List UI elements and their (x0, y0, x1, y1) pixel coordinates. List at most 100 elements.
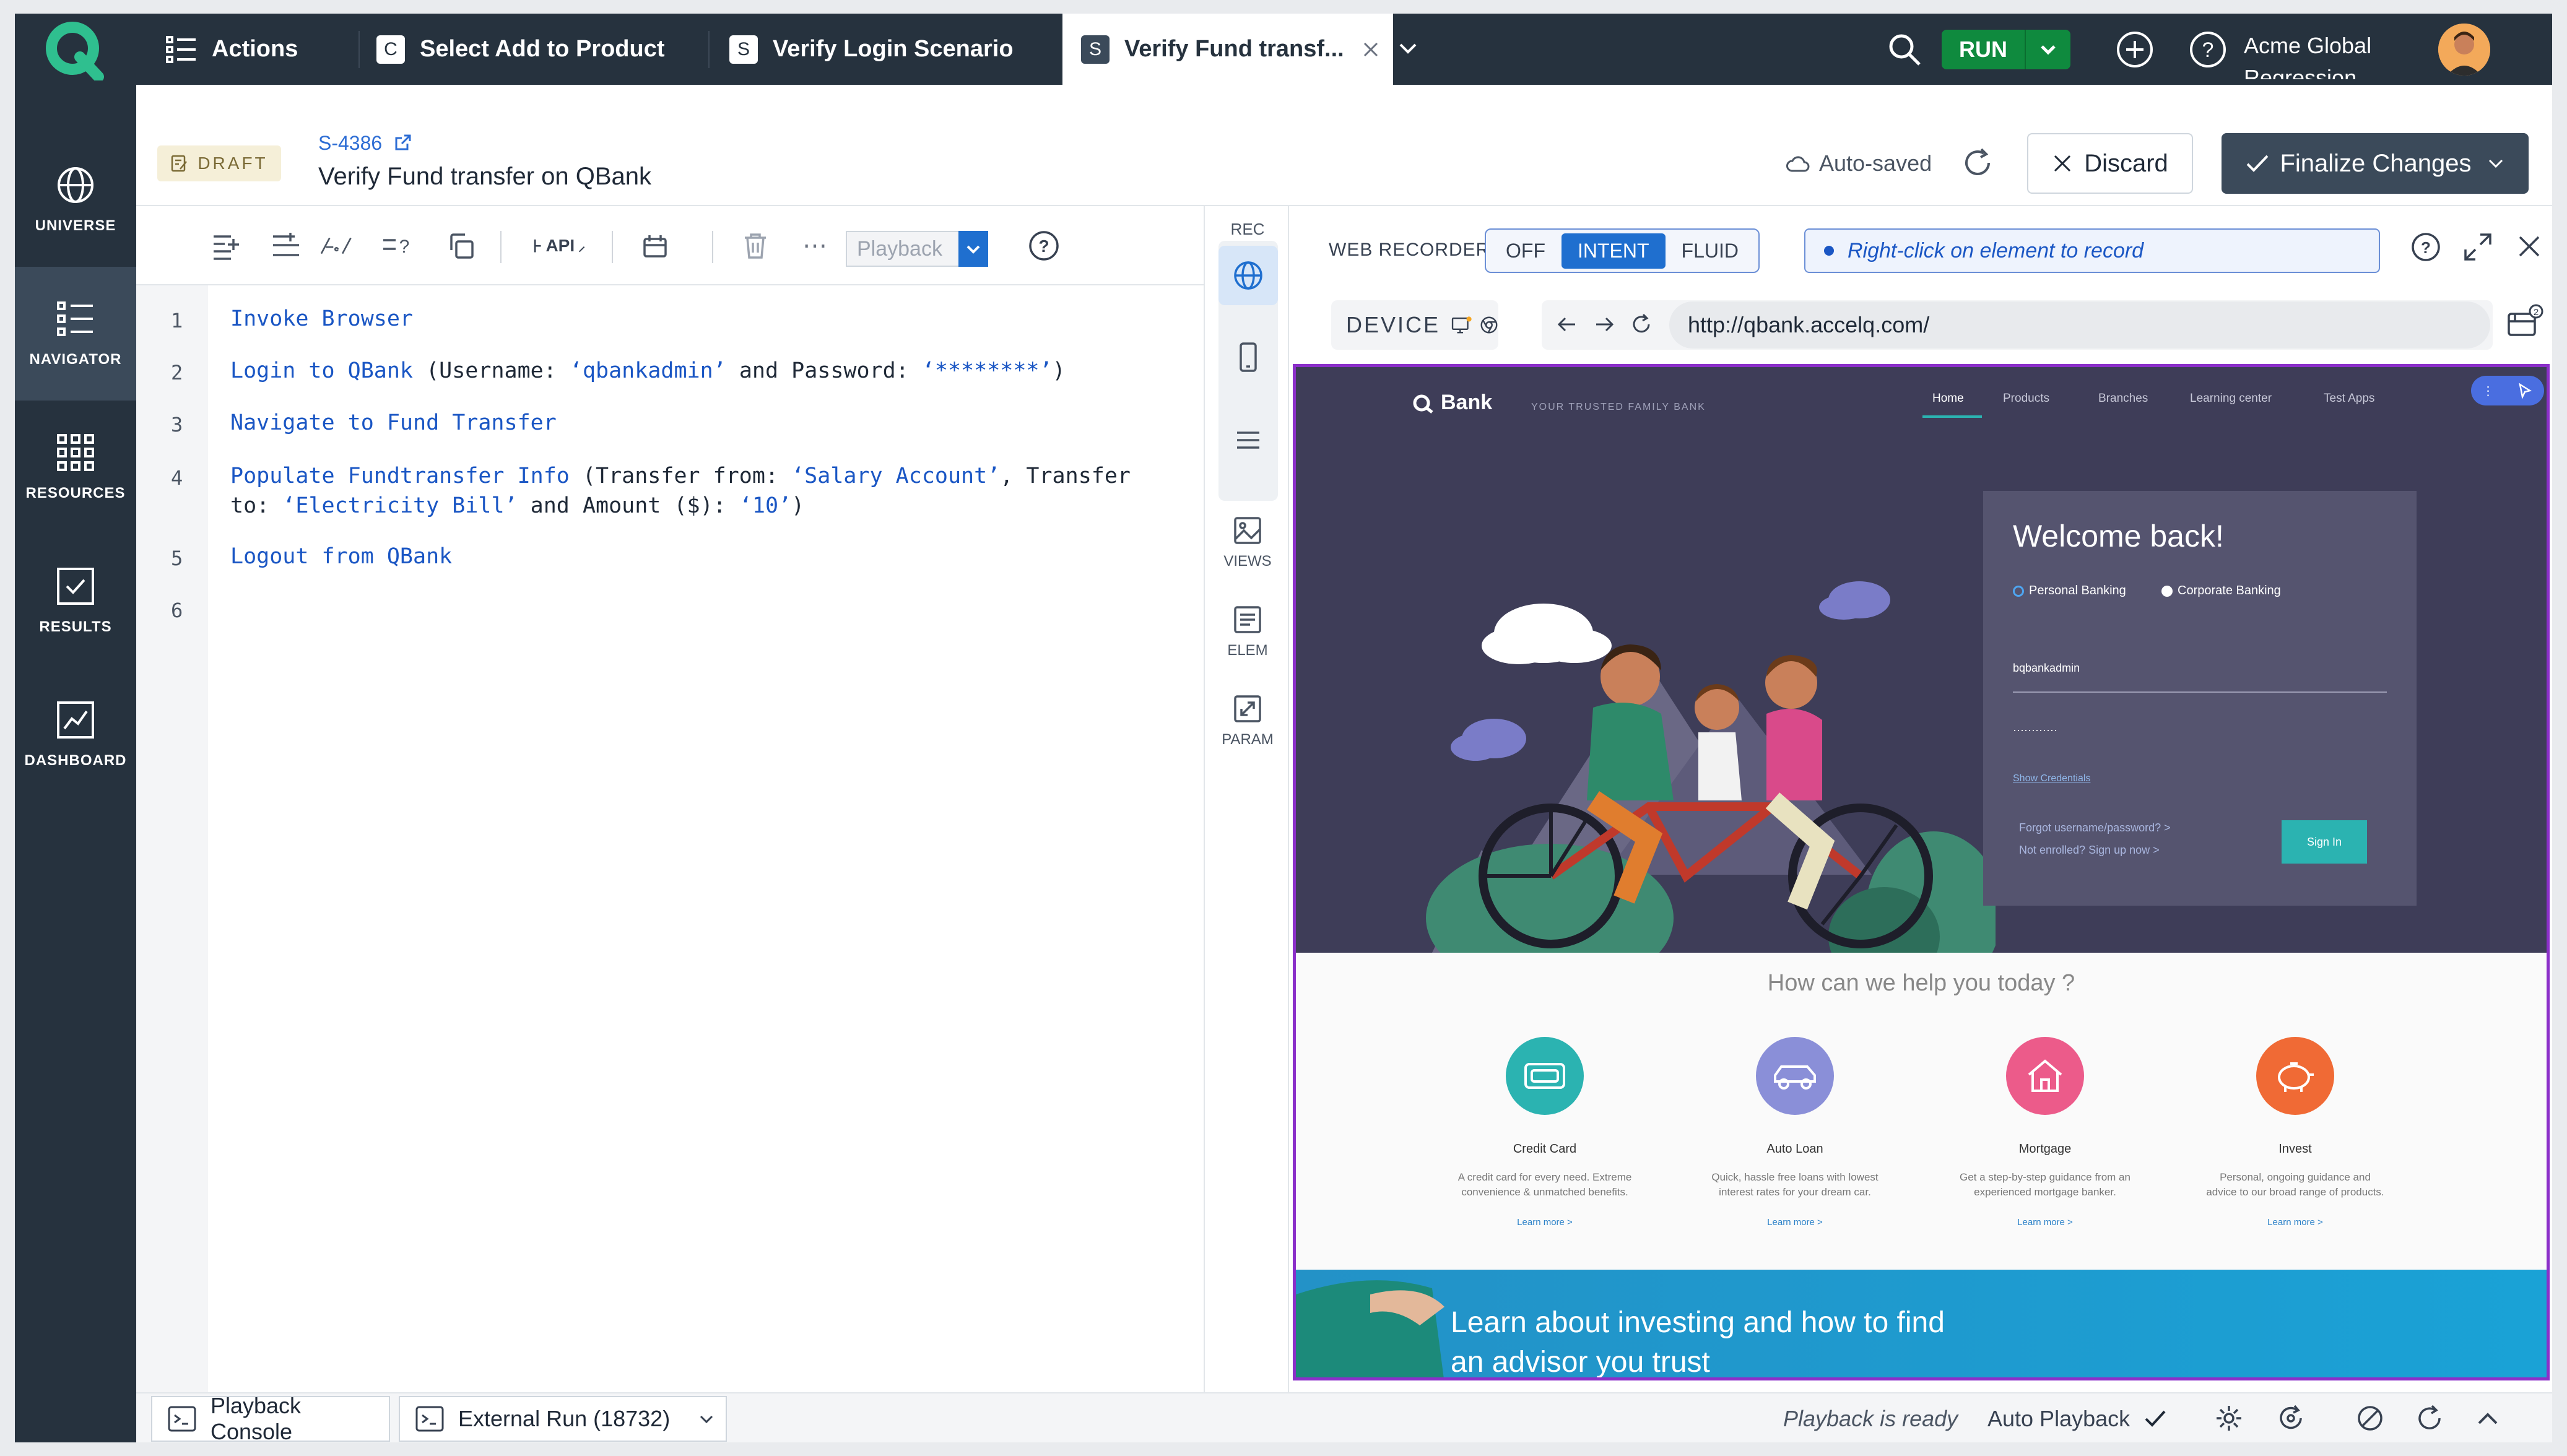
sidebar-item-navigator[interactable]: NAVIGATOR (15, 267, 136, 401)
collapse-panel-chevron-up-icon[interactable] (2473, 1403, 2503, 1436)
bank-nav-branches[interactable]: Branches (2098, 392, 2148, 405)
mode-intent[interactable]: INTENT (1561, 233, 1666, 269)
service-invest[interactable]: Invest Personal, ongoing guidance and ad… (2184, 1037, 2407, 1228)
mobile-mode-icon[interactable] (1218, 327, 1278, 387)
chevron-down-icon[interactable] (697, 1410, 716, 1428)
code-line[interactable]: Populate Fundtransfer Info (Transfer fro… (230, 461, 1131, 491)
sidebar-item-resources[interactable]: RESOURCES (15, 401, 136, 534)
recorder-mode-toggle[interactable]: OFF INTENT FLUID (1485, 228, 1760, 273)
tab-verify-login-scenario[interactable]: S Verify Login Scenario (715, 14, 1061, 85)
code-line-continuation[interactable]: to: ‘Electricity Bill’ and Amount ($): ‘… (230, 491, 804, 521)
action-name[interactable]: Navigate to Fund Transfer (230, 410, 557, 435)
close-tab-icon[interactable] (1362, 40, 1380, 59)
bank-nav-products[interactable]: Products (2003, 392, 2049, 405)
copy-step-icon[interactable] (446, 230, 478, 262)
comment-step-icon[interactable] (319, 230, 352, 262)
param-value[interactable]: ‘Electricity Bill’ (282, 493, 517, 518)
param-value[interactable]: ‘Salary Account’ (791, 464, 1000, 488)
bank-nav-home[interactable]: Home (1932, 392, 1964, 405)
reload-icon[interactable] (2415, 1403, 2444, 1436)
delete-icon[interactable] (739, 230, 771, 262)
forgot-link[interactable]: Forgot username/password? > (2019, 821, 2171, 834)
finalize-changes-button[interactable]: Finalize Changes (2222, 133, 2529, 194)
playback-dropdown-chevron-icon[interactable] (958, 231, 988, 267)
reload-icon[interactable] (1630, 313, 1653, 342)
web-mode-globe-icon[interactable] (1218, 246, 1278, 305)
action-name[interactable]: Login to QBank (230, 358, 413, 383)
more-options-icon[interactable]: ⋯ (799, 230, 831, 262)
learn-more-link[interactable]: Learn more > (1934, 1217, 2157, 1228)
sidebar-item-dashboard[interactable]: DASHBOARD (15, 668, 136, 802)
param-value[interactable]: ‘10’ (739, 493, 791, 518)
rail-item-elem[interactable]: ELEM (1205, 605, 1290, 659)
external-run-tab[interactable]: External Run (18732) (399, 1396, 727, 1442)
calendar-icon[interactable] (639, 230, 671, 262)
recorder-settings-icon[interactable]: 2 (2506, 304, 2543, 344)
mode-fluid[interactable]: FLUID (1666, 233, 1755, 269)
run-dropdown-chevron-icon[interactable] (2025, 30, 2070, 69)
condition-step-icon[interactable]: ? (381, 230, 414, 262)
enroll-link[interactable]: Not enrolled? Sign up now > (2019, 844, 2160, 857)
service-mortgage[interactable]: Mortgage Get a step-by-step guidance fro… (1934, 1037, 2157, 1228)
bank-nav-test-apps[interactable]: Test Apps (2324, 392, 2374, 405)
forward-arrow-icon[interactable] (1592, 313, 1616, 342)
code-line[interactable]: Logout from QBank (230, 542, 452, 571)
disable-icon[interactable] (2355, 1403, 2385, 1436)
bank-logo[interactable]: Bank (1412, 391, 1492, 415)
action-name[interactable]: Populate Fundtransfer Info (230, 464, 570, 488)
avatar[interactable] (2438, 24, 2490, 76)
refresh-icon[interactable] (1960, 145, 1995, 183)
run-button[interactable]: RUN (1942, 30, 2070, 69)
api-button[interactable]: ⊦ API ⸝ (525, 230, 593, 262)
search-icon[interactable] (1887, 32, 1922, 70)
learn-more-link[interactable]: Learn more > (1683, 1217, 1906, 1228)
device-selector[interactable]: DEVICE (1331, 300, 1498, 350)
rail-item-views[interactable]: VIEWS (1205, 516, 1290, 570)
service-credit-card[interactable]: Credit Card A credit card for every need… (1433, 1037, 1656, 1228)
username-input[interactable]: bqbankadmin (2013, 662, 2387, 693)
learn-more-link[interactable]: Learn more > (1433, 1217, 1656, 1228)
help-icon[interactable]: ? (1028, 230, 1060, 262)
settings-gear-icon[interactable] (2214, 1403, 2244, 1436)
recorded-browser-frame[interactable]: Bank YOUR TRUSTED FAMILY BANK Home Produ… (1293, 364, 2550, 1380)
project-selector[interactable]: Acme Global Regression (2244, 30, 2371, 79)
param-value[interactable]: ‘********’ (922, 358, 1053, 383)
close-recorder-icon[interactable] (2515, 232, 2543, 264)
show-credentials-link[interactable]: Show Credentials (2013, 773, 2090, 784)
rail-item-param[interactable]: PARAM (1205, 694, 1290, 748)
action-name[interactable]: Logout from QBank (230, 544, 452, 569)
param-value[interactable]: ‘qbankadmin’ (570, 358, 726, 383)
auto-playback-toggle[interactable]: Auto Playback (1987, 1406, 2167, 1432)
add-step-icon[interactable] (211, 230, 243, 262)
code-line[interactable]: Login to QBank (Username: ‘qbankadmin’ a… (230, 356, 1066, 386)
mode-off[interactable]: OFF (1490, 233, 1561, 269)
url-input[interactable]: http://qbank.accelq.com/ (1669, 301, 2490, 349)
add-circle-icon[interactable] (2115, 30, 2155, 72)
tab-verify-fund-transfer[interactable]: S Verify Fund transf... (1062, 14, 1393, 85)
menu-icon[interactable] (1218, 410, 1278, 470)
back-arrow-icon[interactable] (1555, 313, 1579, 342)
insert-step-icon[interactable] (270, 230, 302, 262)
sidebar-item-results[interactable]: RESULTS (15, 534, 136, 668)
tab-actions[interactable]: Actions (151, 14, 362, 85)
scenario-id-link[interactable]: S-4386 (318, 132, 412, 155)
action-name[interactable]: Invoke Browser (230, 306, 413, 331)
learn-more-link[interactable]: Learn more > (2184, 1217, 2407, 1228)
history-icon[interactable] (2276, 1403, 2306, 1436)
help-icon[interactable]: ? (2410, 231, 2442, 266)
playback-console-tab[interactable]: Playback Console (151, 1393, 390, 1442)
expand-icon[interactable] (2462, 231, 2494, 266)
password-input[interactable]: ············ (2013, 724, 2387, 755)
discard-button[interactable]: Discard (2027, 133, 2193, 194)
corporate-banking-radio[interactable]: Corporate Banking (2161, 584, 2281, 598)
playback-select[interactable]: Playback (846, 231, 988, 267)
service-auto-loan[interactable]: Auto Loan Quick, hassle free loans with … (1683, 1037, 1906, 1228)
recorder-overlay-badge[interactable]: ⋮ (2471, 376, 2544, 405)
sidebar-item-universe[interactable]: UNIVERSE (15, 133, 136, 267)
app-logo[interactable] (15, 14, 136, 85)
help-icon[interactable]: ? (2188, 30, 2228, 72)
sign-in-button[interactable]: Sign In (2282, 820, 2367, 864)
code-line[interactable]: Invoke Browser (230, 304, 413, 334)
tabs-overflow-chevron-icon[interactable] (1397, 37, 1419, 63)
tab-select-add-to-product[interactable]: C Select Add to Product (362, 14, 708, 85)
